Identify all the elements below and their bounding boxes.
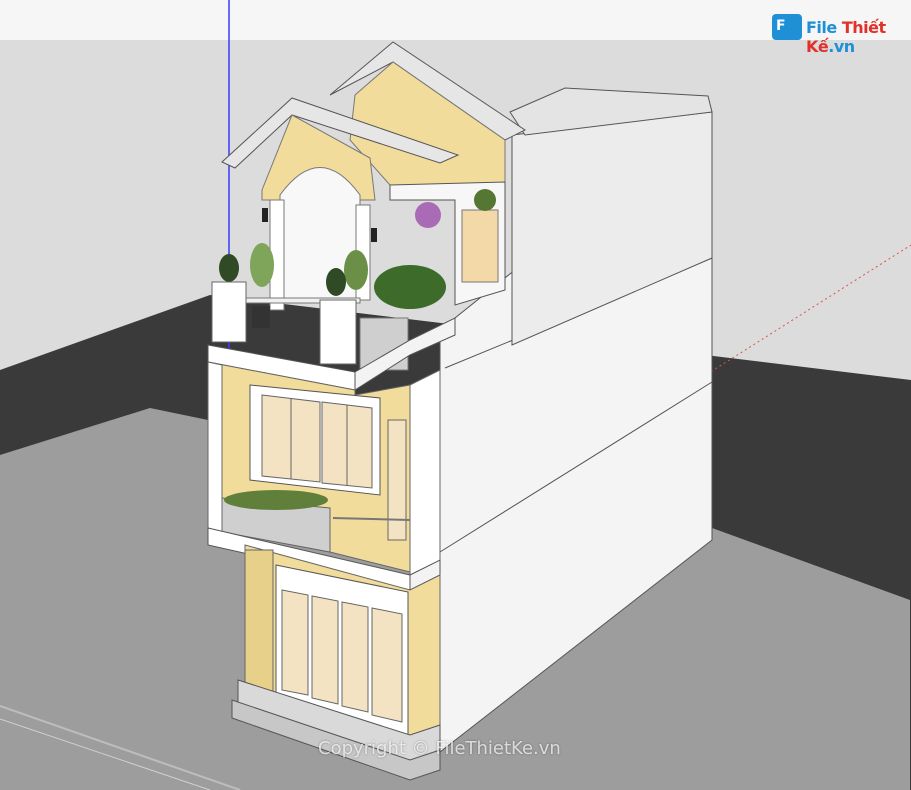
filethietke-logo-icon: F File Thiết Kế.vn: [772, 10, 904, 56]
logo-badge-letter: F: [776, 18, 786, 34]
door-panel-2: [311, 595, 339, 705]
balcony-window: [461, 209, 499, 283]
3d-house-model-render[interactable]: [0, 0, 911, 790]
flower-plant: [415, 202, 441, 228]
wall-lamp-icon: [262, 208, 268, 222]
bamboo-plant: [250, 243, 274, 287]
side-door-2f: [387, 419, 407, 541]
potted-plant-left: [219, 254, 239, 282]
logo-badge: F: [772, 14, 802, 40]
plant-pot: [252, 306, 270, 328]
wall-lamp-icon: [371, 228, 377, 242]
copyright-watermark: Copyright © FileThietKe.vn: [318, 738, 561, 759]
door-panel-3: [341, 601, 369, 713]
door-panel-1: [281, 589, 309, 696]
post-left: [211, 281, 247, 343]
pillar-right-2f: [409, 369, 441, 581]
logo-text: File Thiết Kế.vn: [806, 18, 904, 56]
balcony-shrub: [374, 265, 446, 309]
logo-text-domain: .vn: [828, 37, 855, 56]
door-panel-4: [371, 607, 403, 723]
potted-plant-post: [326, 268, 346, 296]
hanging-plant: [474, 189, 496, 211]
logo-text-file: File: [806, 18, 837, 37]
pillar-left-2f: [207, 361, 223, 533]
planter-plants: [224, 490, 328, 510]
sketchup-viewport[interactable]: F File Thiết Kế.vn Copyright © FileThiet…: [0, 0, 911, 790]
post-right: [319, 299, 357, 365]
potted-plant-right: [344, 250, 368, 290]
